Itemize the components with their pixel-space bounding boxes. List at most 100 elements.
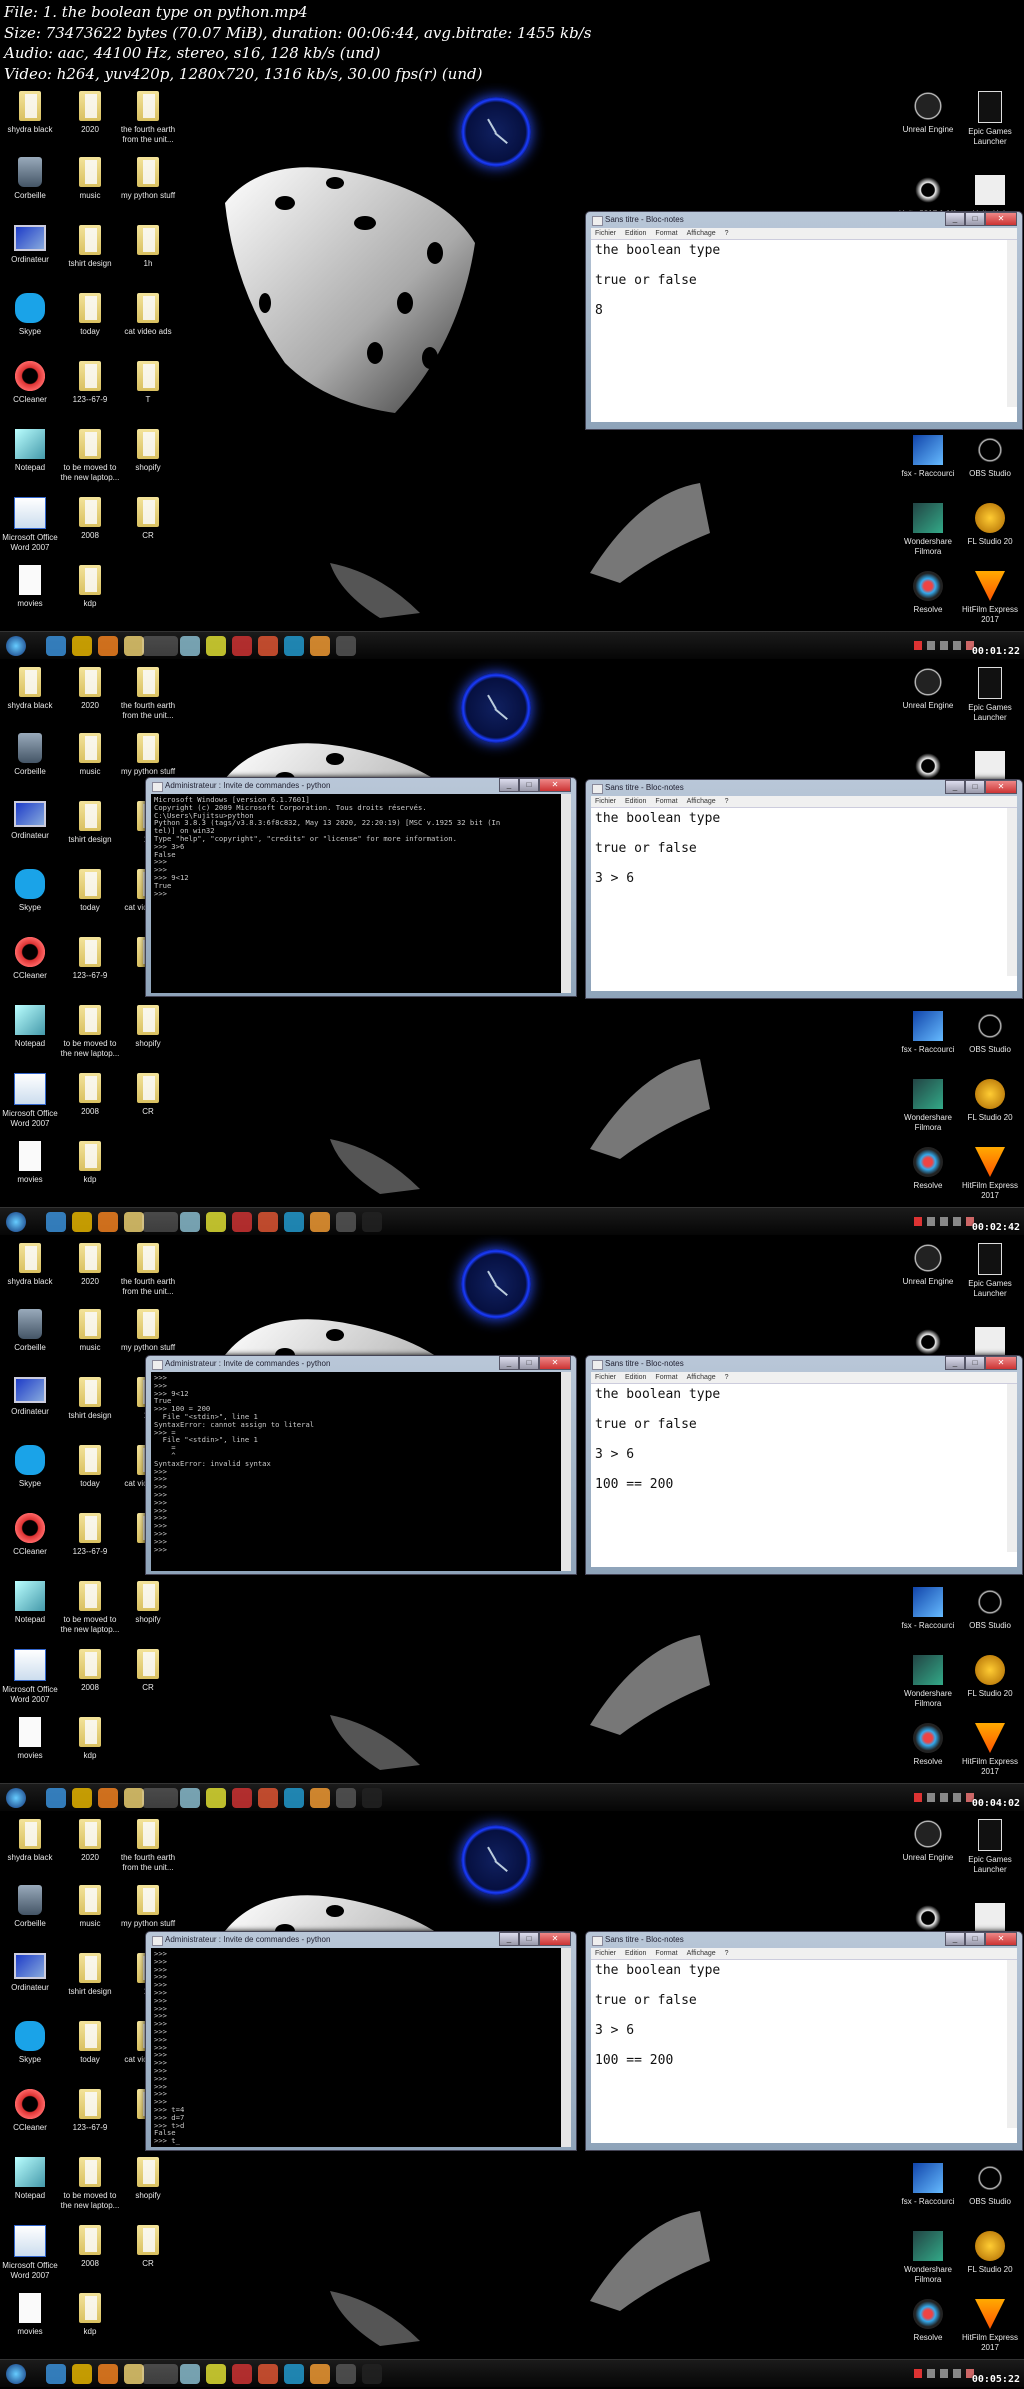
desktop-icon-folder[interactable]: 1h: [118, 225, 178, 269]
taskbar-app-icon[interactable]: [310, 1788, 330, 1808]
desktop-icon-skype[interactable]: Skype: [0, 2021, 60, 2065]
desktop-icon-unreal[interactable]: Unreal Engine: [898, 1819, 958, 1863]
taskbar-app-icon[interactable]: [258, 636, 278, 656]
taskbar-app-icon[interactable]: [142, 2364, 178, 2384]
taskbar-app-icon[interactable]: [232, 2364, 252, 2384]
taskbar-app-icon[interactable]: [46, 636, 66, 656]
notepad-window[interactable]: Sans titre - Bloc-notes _ □ ✕ Fichier Editi…: [585, 779, 1023, 999]
cmd-title-bar[interactable]: Administrateur : Invite de commandes - p…: [151, 1356, 571, 1372]
cmd-title-bar[interactable]: Administrateur : Invite de commandes - p…: [151, 778, 571, 794]
taskbar-app-icon[interactable]: [258, 1788, 278, 1808]
close-button[interactable]: ✕: [539, 1932, 571, 1946]
desktop-icon-file[interactable]: movies: [0, 1717, 60, 1761]
desktop-icon-folder[interactable]: today: [60, 2021, 120, 2065]
scrollbar[interactable]: [1007, 1384, 1017, 1552]
taskbar-app-icon[interactable]: [336, 1788, 356, 1808]
desktop-icon-folder[interactable]: kdp: [60, 2293, 120, 2337]
volume-icon[interactable]: [953, 2369, 961, 2378]
close-button[interactable]: ✕: [985, 1356, 1017, 1370]
taskbar-app-icon[interactable]: [142, 636, 178, 656]
desktop-icon-recycle-bin[interactable]: Corbeille: [0, 733, 60, 777]
taskbar-app-icon[interactable]: [310, 1212, 330, 1232]
desktop-icon-folder[interactable]: kdp: [60, 565, 120, 609]
desktop-icon-folder[interactable]: T: [118, 361, 178, 405]
menu-item[interactable]: Edition: [625, 1374, 646, 1381]
desktop-icon-fsx[interactable]: fsx - Raccourci: [898, 1587, 958, 1631]
desktop-icon-folder[interactable]: 123--67-9: [60, 361, 120, 405]
notepad-text-area[interactable]: the boolean type true or false 3 > 6 100 ==…: [591, 1960, 1017, 2143]
desktop-icon-folder[interactable]: today: [60, 869, 120, 913]
menu-item[interactable]: Edition: [625, 798, 646, 805]
desktop-icon-obs[interactable]: OBS Studio: [960, 2163, 1020, 2207]
scrollbar[interactable]: [1007, 1960, 1017, 2128]
taskbar-app-icon[interactable]: [98, 636, 118, 656]
taskbar-app-icon[interactable]: [72, 2364, 92, 2384]
desktop-icon-recycle-bin[interactable]: Corbeille: [0, 1885, 60, 1929]
menu-item[interactable]: ?: [725, 230, 729, 237]
taskbar-app-icon[interactable]: [98, 2364, 118, 2384]
maximize-button[interactable]: □: [519, 778, 539, 792]
desktop-icon-resolve[interactable]: Resolve: [898, 1723, 958, 1767]
close-button[interactable]: ✕: [539, 1356, 571, 1370]
taskbar-app-icon[interactable]: [46, 2364, 66, 2384]
tray-icon[interactable]: [914, 2369, 922, 2378]
desktop-icon-hitfilm[interactable]: HitFilm Express 2017: [960, 2299, 1020, 2353]
desktop-icon-folder[interactable]: 123--67-9: [60, 2089, 120, 2133]
taskbar-app-icon[interactable]: [258, 2364, 278, 2384]
taskbar-app-icon[interactable]: [180, 636, 200, 656]
desktop-icon-filmora[interactable]: Wondershare Filmora: [898, 503, 958, 557]
desktop-icon-notepad[interactable]: Notepad: [0, 429, 60, 473]
minimize-button[interactable]: _: [499, 1356, 519, 1370]
notepad-title-bar[interactable]: Sans titre - Bloc-notes _ □ ✕: [591, 1932, 1017, 1948]
taskbar-app-icon[interactable]: [206, 636, 226, 656]
desktop-icon-hitfilm[interactable]: HitFilm Express 2017: [960, 1723, 1020, 1777]
start-button[interactable]: [6, 2364, 26, 2384]
taskbar-app-icon[interactable]: [362, 2364, 382, 2384]
desktop-icon-filmora[interactable]: Wondershare Filmora: [898, 1079, 958, 1133]
desktop-icon-user-folder[interactable]: shydra black: [0, 1819, 60, 1863]
close-button[interactable]: ✕: [985, 1932, 1017, 1946]
desktop-icon-ccleaner[interactable]: CCleaner: [0, 361, 60, 405]
taskbar-app-icon[interactable]: [72, 636, 92, 656]
menu-item[interactable]: Format: [655, 1374, 677, 1381]
desktop-icon-word[interactable]: Microsoft Office Word 2007: [0, 497, 60, 553]
desktop-icon-file[interactable]: movies: [0, 565, 60, 609]
tray-icon[interactable]: [940, 1793, 948, 1802]
desktop-icon-folder[interactable]: music: [60, 733, 120, 777]
notepad-text-area[interactable]: the boolean type true or false 8: [591, 240, 1017, 422]
notepad-title-bar[interactable]: Sans titre - Bloc-notes _ □ ✕: [591, 1356, 1017, 1372]
scrollbar[interactable]: [561, 794, 571, 993]
cmd-console[interactable]: Microsoft Windows [version 6.1.7601] Copy…: [151, 794, 571, 993]
desktop-icon-folder[interactable]: today: [60, 293, 120, 337]
menu-item[interactable]: Fichier: [595, 1374, 616, 1381]
desktop-icon-fl-studio[interactable]: FL Studio 20: [960, 1079, 1020, 1123]
notepad-window[interactable]: Sans titre - Bloc-notes _ □ ✕ Fichier Editi…: [585, 211, 1023, 430]
desktop-icon-file[interactable]: movies: [0, 1141, 60, 1185]
desktop-icon-folder[interactable]: tshirt design: [60, 801, 120, 845]
notepad-title-bar[interactable]: Sans titre - Bloc-notes _ □ ✕: [591, 780, 1017, 796]
menu-item[interactable]: Edition: [625, 1950, 646, 1957]
desktop-icon-user-folder[interactable]: shydra black: [0, 91, 60, 135]
desktop-icon-folder[interactable]: shopify: [118, 2157, 178, 2201]
taskbar-app-icon[interactable]: [142, 1788, 178, 1808]
desktop-icon-notepad[interactable]: Notepad: [0, 2157, 60, 2201]
taskbar-app-icon[interactable]: [72, 1788, 92, 1808]
taskbar-app-icon[interactable]: [362, 1788, 382, 1808]
desktop-icon-word[interactable]: Microsoft Office Word 2007: [0, 1649, 60, 1705]
menu-item[interactable]: Affichage: [687, 1950, 716, 1957]
scrollbar[interactable]: [561, 1948, 571, 2147]
maximize-button[interactable]: □: [965, 1932, 985, 1946]
desktop-icon-recycle-bin[interactable]: Corbeille: [0, 1309, 60, 1353]
desktop-icon-user-folder[interactable]: shydra black: [0, 1243, 60, 1287]
desktop-icon-fsx[interactable]: fsx - Raccourci: [898, 1011, 958, 1055]
volume-icon[interactable]: [953, 641, 961, 650]
notepad-text-area[interactable]: the boolean type true or false 3 > 6: [591, 808, 1017, 991]
menu-item[interactable]: Fichier: [595, 798, 616, 805]
desktop-icon-fl-studio[interactable]: FL Studio 20: [960, 2231, 1020, 2275]
taskbar-app-icon[interactable]: [98, 1212, 118, 1232]
notepad-window[interactable]: Sans titre - Bloc-notes _ □ ✕ Fichier Editi…: [585, 1355, 1023, 1575]
desktop-icon-folder[interactable]: my python stuff: [118, 733, 178, 777]
desktop-icon-ccleaner[interactable]: CCleaner: [0, 937, 60, 981]
desktop-icon-file[interactable]: movies: [0, 2293, 60, 2337]
scrollbar[interactable]: [1007, 240, 1017, 407]
